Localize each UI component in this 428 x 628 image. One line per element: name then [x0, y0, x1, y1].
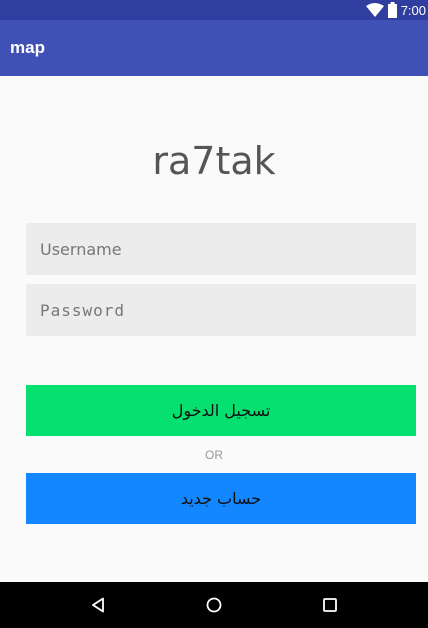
password-input[interactable]	[26, 284, 416, 336]
recents-icon	[323, 598, 337, 612]
login-button-label: تسجيل الدخول	[171, 401, 271, 420]
status-time: 7:00	[400, 2, 426, 18]
or-divider: OR	[205, 448, 223, 462]
login-form: ra7tak تسجيل الدخول OR حساب جديد	[0, 76, 428, 582]
home-button[interactable]	[194, 585, 234, 625]
app-logo-text: ra7tak	[152, 139, 276, 183]
wifi-icon	[365, 3, 384, 17]
recents-button[interactable]	[310, 585, 350, 625]
back-icon	[92, 597, 104, 613]
navigation-bar	[0, 582, 428, 628]
app-bar: map	[0, 20, 428, 76]
register-button[interactable]: حساب جديد	[26, 473, 416, 524]
login-button[interactable]: تسجيل الدخول	[26, 385, 416, 436]
status-bar: 7:00	[0, 0, 428, 20]
app-title: map	[10, 38, 45, 57]
home-icon	[206, 597, 222, 613]
battery-icon	[387, 2, 397, 18]
register-button-label: حساب جديد	[180, 489, 262, 508]
back-button[interactable]	[78, 585, 118, 625]
username-input[interactable]	[26, 223, 416, 275]
